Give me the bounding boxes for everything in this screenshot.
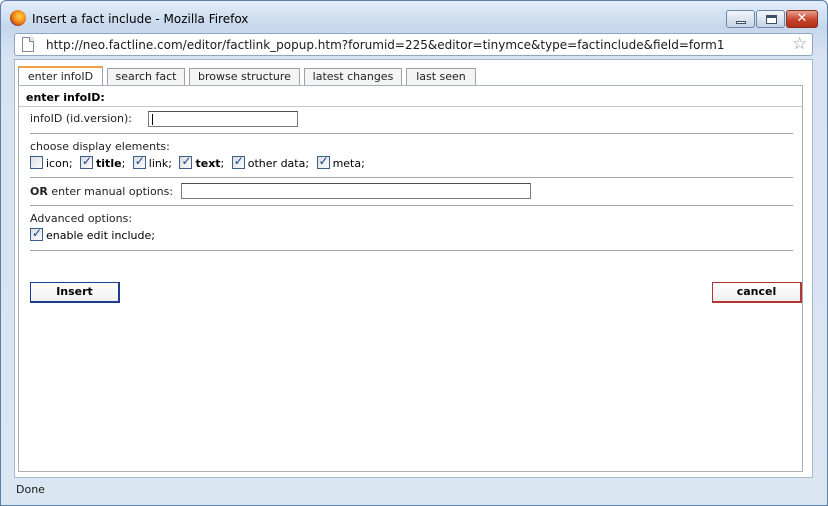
close-icon: ✕ xyxy=(796,11,808,26)
divider xyxy=(19,106,802,107)
edit-include-checkbox[interactable] xyxy=(30,226,43,241)
other-data-checkbox[interactable] xyxy=(231,154,245,169)
link-checkbox[interactable] xyxy=(132,154,146,169)
manual-options-text: enter manual options: xyxy=(51,185,174,198)
title-bar[interactable]: Insert a fact include - Mozilla Firefox … xyxy=(1,1,827,31)
divider xyxy=(30,133,793,134)
option-label: title xyxy=(96,157,122,170)
browser-window: Insert a fact include - Mozilla Firefox … xyxy=(0,0,828,506)
panel-title: enter infoID: xyxy=(26,91,105,104)
display-elements-options: icon; title; link; text; other data; met… xyxy=(30,154,369,171)
manual-options-field[interactable] xyxy=(182,184,530,198)
cancel-button[interactable]: cancel xyxy=(712,282,802,303)
minimize-icon xyxy=(736,21,746,24)
text-caret xyxy=(152,114,153,125)
status-text: Done xyxy=(16,483,45,496)
address-bar[interactable]: http://neo.factline.com/editor/factlink_… xyxy=(14,33,813,56)
tab-last-seen[interactable]: last seen xyxy=(406,68,476,85)
option-text[interactable]: text; xyxy=(179,154,224,170)
tab-browse-structure[interactable]: browse structure xyxy=(189,68,300,85)
infoid-field[interactable] xyxy=(149,112,297,126)
bookmark-star-icon[interactable]: ☆ xyxy=(792,34,807,55)
maximize-icon xyxy=(766,15,777,24)
divider xyxy=(30,177,793,178)
option-icon[interactable]: icon; xyxy=(30,156,73,170)
status-bar: Done xyxy=(8,480,820,500)
tab-enter-infoid[interactable]: enter infoID xyxy=(18,66,103,86)
edit-include-option[interactable]: enable edit include; xyxy=(30,226,155,243)
option-label: icon xyxy=(46,157,69,170)
display-elements-label: choose display elements: xyxy=(30,140,170,153)
option-meta[interactable]: meta; xyxy=(316,154,365,170)
maximize-button[interactable] xyxy=(756,10,785,28)
insert-button[interactable]: Insert xyxy=(30,282,120,303)
manual-options-label: OR enter manual options: xyxy=(30,185,173,198)
option-label: other data xyxy=(247,157,306,170)
option-label: link xyxy=(148,157,169,170)
or-prefix: OR xyxy=(30,185,48,198)
tab-search-fact[interactable]: search fact xyxy=(107,68,185,85)
option-label: text xyxy=(195,157,221,170)
option-label: meta xyxy=(332,157,362,170)
divider xyxy=(30,250,793,251)
divider xyxy=(30,205,793,206)
advanced-options-label: Advanced options: xyxy=(30,212,133,225)
window-title: Insert a fact include - Mozilla Firefox xyxy=(32,12,249,26)
page-icon xyxy=(22,37,34,52)
text-checkbox[interactable] xyxy=(179,154,193,169)
edit-include-label: enable edit include; xyxy=(46,229,155,242)
title-checkbox[interactable] xyxy=(80,154,94,169)
infoid-label: infoID (id.version): xyxy=(30,112,132,125)
manual-options-input[interactable] xyxy=(181,183,531,199)
meta-checkbox[interactable] xyxy=(316,154,330,169)
enter-infoid-panel: enter infoID: infoID (id.version): choos… xyxy=(18,85,803,472)
url-text[interactable]: http://neo.factline.com/editor/factlink_… xyxy=(46,38,725,52)
minimize-button[interactable] xyxy=(726,10,755,28)
page-viewport: enter infoID search fact browse structur… xyxy=(14,59,813,478)
tab-latest-changes[interactable]: latest changes xyxy=(304,68,402,85)
icon-checkbox[interactable] xyxy=(30,156,43,169)
option-link[interactable]: link; xyxy=(132,154,172,170)
close-button[interactable]: ✕ xyxy=(786,10,818,28)
option-title[interactable]: title; xyxy=(80,154,125,170)
option-other-data[interactable]: other data; xyxy=(231,154,309,170)
firefox-icon xyxy=(10,10,26,26)
infoid-input[interactable] xyxy=(148,111,298,127)
